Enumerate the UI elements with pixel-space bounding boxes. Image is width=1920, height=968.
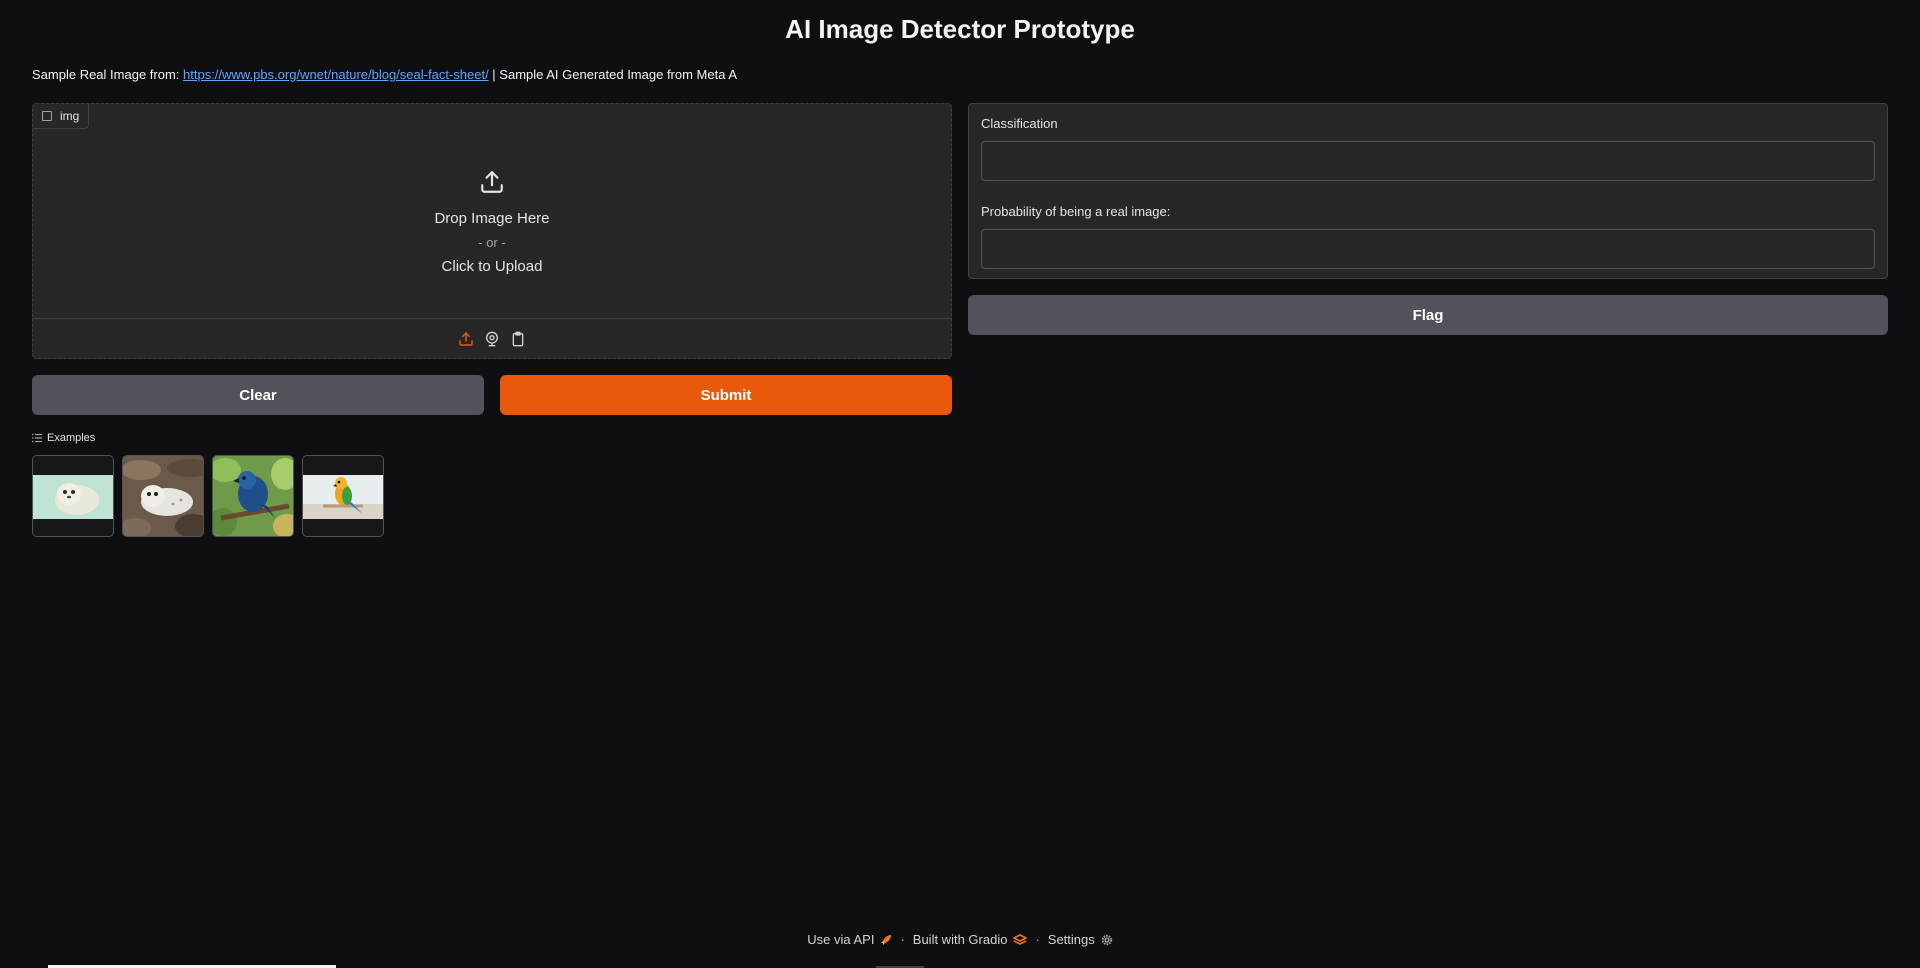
example-seal-pup-1[interactable] — [32, 455, 114, 537]
or-text: - or - — [478, 235, 506, 250]
clipboard-icon[interactable] — [510, 331, 526, 347]
parrot-thumbnail — [303, 456, 383, 536]
clear-button[interactable]: Clear — [32, 375, 484, 415]
upload-arrow-icon — [481, 171, 503, 193]
gear-icon — [1101, 934, 1112, 945]
footer-separator: · — [1035, 932, 1040, 947]
example-seal-pup-2[interactable] — [122, 455, 204, 537]
examples-gallery — [32, 455, 384, 537]
seal-fact-sheet-link[interactable]: https://www.pbs.org/wnet/nature/blog/sea… — [183, 67, 489, 82]
use-via-api-link[interactable]: Use via API — [807, 932, 892, 947]
example-parrot[interactable] — [302, 455, 384, 537]
intro-text: Sample Real Image from: https://www.pbs.… — [32, 67, 737, 82]
gradio-logo-icon — [1013, 933, 1028, 945]
rocket-icon — [881, 934, 892, 945]
seal-pup-thumbnail — [33, 456, 113, 536]
probability-label: Probability of being a real image: — [981, 204, 1171, 219]
seal-on-rocks-thumbnail — [123, 456, 203, 536]
built-with-gradio-link[interactable]: Built with Gradio — [913, 932, 1028, 947]
drop-image-text: Drop Image Here — [434, 210, 550, 227]
image-input-label-text: img — [60, 109, 80, 123]
list-icon — [32, 433, 42, 443]
image-icon — [42, 111, 52, 121]
click-to-upload-text: Click to Upload — [441, 258, 543, 275]
settings-text: Settings — [1047, 932, 1095, 947]
classification-label: Classification — [981, 116, 1058, 131]
page-title: AI Image Detector Prototype — [785, 14, 1135, 44]
built-with-gradio-text: Built with Gradio — [912, 932, 1008, 947]
submit-button[interactable]: Submit — [500, 375, 952, 415]
image-source-bar — [33, 318, 951, 358]
image-dropzone[interactable]: Drop Image Here - or - Click to Upload — [33, 129, 951, 319]
intro-prefix: Sample Real Image from: — [32, 67, 184, 82]
examples-header: Examples — [32, 432, 95, 444]
output-panel: Classification Probability of being a re… — [968, 103, 1888, 279]
webcam-icon[interactable] — [484, 331, 500, 347]
probability-field[interactable] — [981, 229, 1875, 269]
upload-icon[interactable] — [458, 331, 474, 347]
blue-bird-thumbnail — [213, 456, 293, 536]
image-input-label: img — [33, 104, 90, 129]
settings-link[interactable]: Settings — [1048, 932, 1113, 947]
flag-button[interactable]: Flag — [968, 295, 1888, 335]
examples-label: Examples — [47, 432, 96, 444]
example-blue-bird[interactable] — [212, 455, 294, 537]
footer-separator: · — [900, 932, 905, 947]
classification-field[interactable] — [981, 141, 1875, 181]
image-input-panel: img Drop Image Here - or - Click to Uplo… — [32, 103, 952, 359]
intro-suffix: | Sample AI Generated Image from Meta A — [488, 67, 738, 82]
use-via-api-text: Use via API — [807, 932, 875, 947]
footer: Use via API · Built with Gradio · Settin… — [0, 932, 1920, 947]
